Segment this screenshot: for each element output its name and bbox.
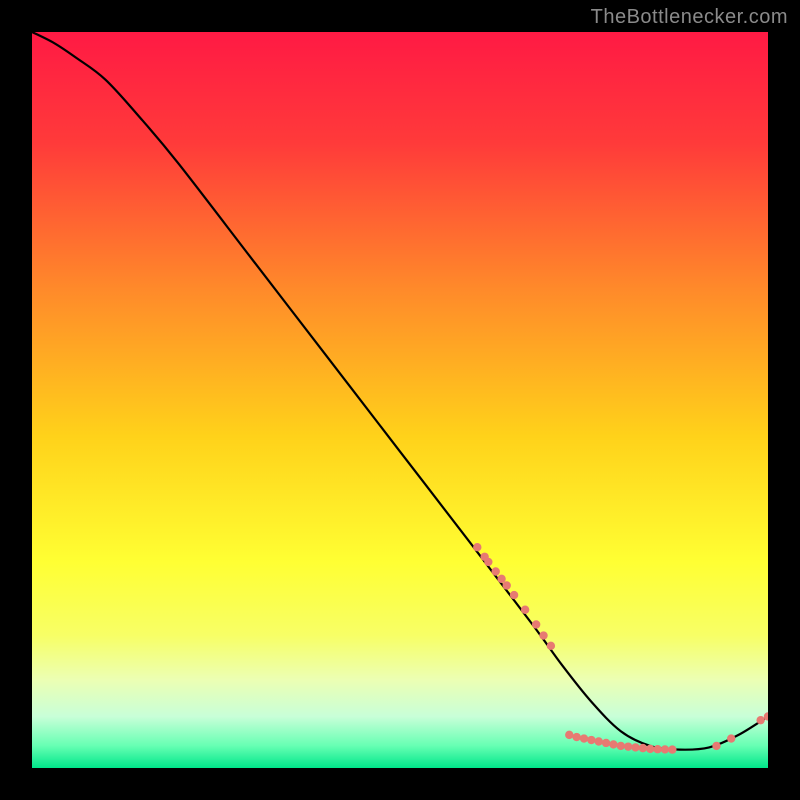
marker-point xyxy=(631,743,639,751)
marker-point xyxy=(609,740,617,748)
marker-point xyxy=(639,744,647,752)
marker-point xyxy=(491,567,499,575)
marker-point xyxy=(580,734,588,742)
marker-point xyxy=(521,606,529,614)
marker-point xyxy=(497,575,505,583)
marker-point xyxy=(653,745,661,753)
marker-point xyxy=(547,642,555,650)
marker-point xyxy=(587,736,595,744)
marker-point xyxy=(473,543,481,551)
attribution-label: TheBottlenecker.com xyxy=(591,6,788,29)
plot-area xyxy=(32,32,768,768)
marker-point xyxy=(484,558,492,566)
marker-point xyxy=(510,591,518,599)
marker-point xyxy=(624,742,632,750)
chart-svg xyxy=(32,32,768,768)
marker-point xyxy=(572,733,580,741)
marker-point xyxy=(756,716,764,724)
marker-point xyxy=(565,731,573,739)
gradient-background xyxy=(32,32,768,768)
marker-point xyxy=(539,631,547,639)
marker-point xyxy=(532,620,540,628)
marker-point xyxy=(668,745,676,753)
marker-point xyxy=(602,739,610,747)
marker-point xyxy=(503,581,511,589)
marker-point xyxy=(617,742,625,750)
chart-container: TheBottlenecker.com xyxy=(0,0,800,800)
marker-point xyxy=(595,737,603,745)
marker-point xyxy=(712,742,720,750)
marker-point xyxy=(727,734,735,742)
marker-point xyxy=(661,745,669,753)
marker-point xyxy=(646,745,654,753)
